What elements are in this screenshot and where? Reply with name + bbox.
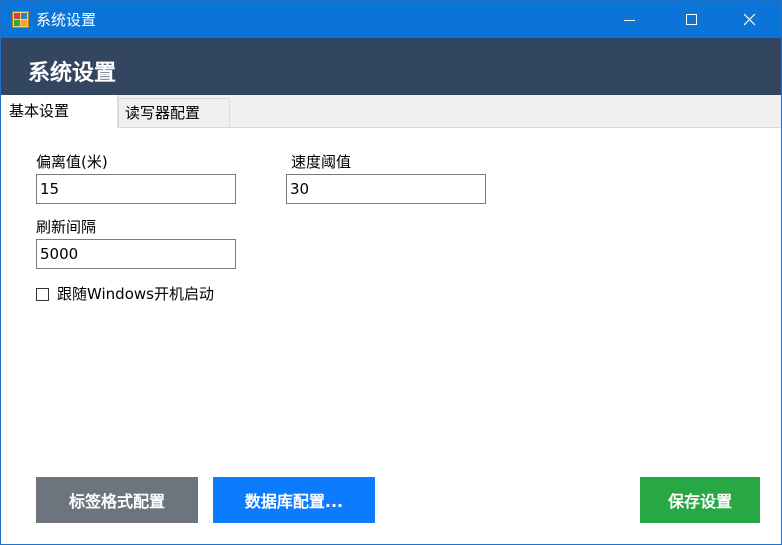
basic-settings-panel: 偏离值(米) 速度阈值 刷新间隔 跟随Windows开机启动 标签格式配置 数据…	[1, 128, 781, 544]
close-button[interactable]	[727, 1, 773, 38]
page-title: 系统设置	[28, 61, 117, 86]
offset-input[interactable]	[36, 174, 236, 204]
app-window-icon	[12, 11, 29, 28]
maximize-button[interactable]	[669, 1, 715, 38]
autostart-row[interactable]: 跟随Windows开机启动	[36, 284, 214, 304]
close-icon	[744, 13, 756, 25]
page-header: 系统设置	[1, 38, 781, 95]
tab-reader-config[interactable]: 读写器配置	[118, 98, 230, 128]
minimize-icon	[624, 19, 635, 21]
minimize-button[interactable]	[607, 1, 653, 38]
speed-threshold-label: 速度阈值	[291, 153, 352, 171]
refresh-interval-label: 刷新间隔	[36, 218, 97, 236]
offset-label: 偏离值(米)	[36, 153, 108, 171]
window-title: 系统设置	[36, 11, 97, 29]
tab-basic-settings[interactable]: 基本设置	[1, 95, 118, 128]
speed-threshold-input[interactable]	[286, 174, 486, 204]
settings-window: 系统设置 系统设置 基本设置 读写器配置 偏离值(米) 速度阈值 刷新间隔 跟随…	[0, 0, 782, 545]
autostart-checkbox[interactable]	[36, 287, 49, 301]
save-settings-button[interactable]: 保存设置	[640, 477, 760, 523]
title-bar: 系统设置	[1, 1, 781, 38]
tab-strip: 基本设置 读写器配置	[1, 95, 781, 128]
autostart-label[interactable]: 跟随Windows开机启动	[57, 284, 214, 304]
label-format-config-button[interactable]: 标签格式配置	[36, 477, 198, 523]
maximize-icon	[686, 13, 697, 25]
refresh-interval-input[interactable]	[36, 239, 236, 269]
database-config-button[interactable]: 数据库配置...	[213, 477, 375, 523]
